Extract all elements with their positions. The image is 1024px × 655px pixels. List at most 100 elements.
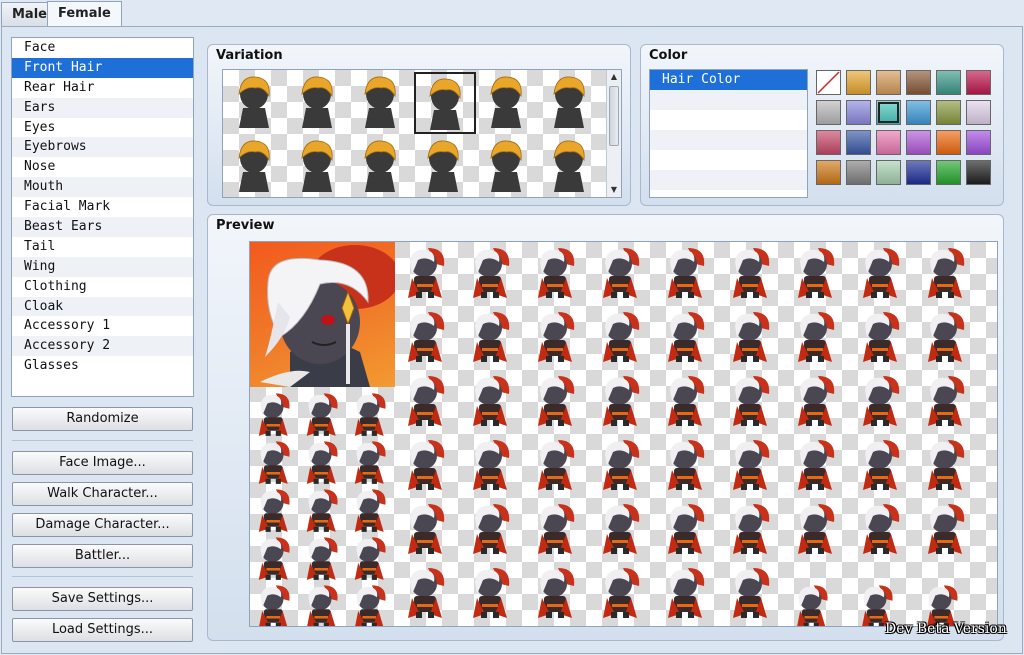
- character-sprite: [595, 500, 645, 558]
- character-sprite: [660, 244, 710, 302]
- parts-list-item[interactable]: Glasses: [12, 356, 193, 376]
- color-swatch[interactable]: [876, 160, 901, 185]
- character-sprite: [530, 500, 580, 558]
- character-sprite: [348, 582, 398, 626]
- parts-list-item[interactable]: Clothing: [12, 277, 193, 297]
- color-swatch[interactable]: [876, 130, 901, 155]
- parts-list-item[interactable]: Beast Ears: [12, 217, 193, 237]
- color-swatch[interactable]: [906, 70, 931, 95]
- character-sprite: [855, 436, 905, 494]
- color-swatch[interactable]: [936, 160, 961, 185]
- variation-option[interactable]: [477, 136, 539, 197]
- variation-option[interactable]: [351, 72, 413, 134]
- color-swatch[interactable]: [876, 70, 901, 95]
- parts-list-item[interactable]: Eyebrows: [12, 137, 193, 158]
- color-swatch[interactable]: [966, 70, 991, 95]
- color-swatch[interactable]: [906, 160, 931, 185]
- parts-list-item[interactable]: Face: [12, 38, 193, 58]
- parts-list[interactable]: Face Front Hair Rear Hair Ears Eyes Eyebrows N…: [11, 37, 194, 397]
- color-swatch[interactable]: [816, 130, 841, 155]
- parts-list-item[interactable]: Eyes: [12, 118, 193, 138]
- character-sprite: [790, 308, 840, 366]
- character-sprite: [465, 500, 515, 558]
- character-sprite: [660, 500, 710, 558]
- character-sprite: [920, 500, 970, 558]
- save-settings-button[interactable]: Save Settings...: [12, 587, 193, 611]
- character-sprite: [660, 308, 710, 366]
- variation-option[interactable]: [540, 72, 602, 134]
- color-swatch[interactable]: [936, 130, 961, 155]
- scroll-thumb[interactable]: [609, 86, 619, 146]
- variation-option[interactable]: [288, 136, 350, 197]
- face-image-button[interactable]: Face Image...: [12, 451, 193, 475]
- separator: [12, 576, 193, 577]
- walk-character-button[interactable]: Walk Character...: [12, 482, 193, 506]
- variation-option[interactable]: [414, 72, 476, 134]
- color-list-item: [650, 130, 807, 150]
- color-swatch[interactable]: [846, 160, 871, 185]
- variation-option[interactable]: [540, 136, 602, 197]
- variation-option[interactable]: [477, 72, 539, 134]
- preview-title: Preview: [216, 218, 275, 233]
- character-sprite: [400, 436, 450, 494]
- parts-list-item[interactable]: Nose: [12, 157, 193, 177]
- variation-option[interactable]: [414, 136, 476, 197]
- damage-character-button[interactable]: Damage Character...: [12, 513, 193, 537]
- parts-list-item[interactable]: Accessory 2: [12, 336, 193, 357]
- color-swatch[interactable]: [846, 70, 871, 95]
- color-swatch[interactable]: [936, 100, 961, 125]
- color-swatch[interactable]: [846, 100, 871, 125]
- character-sprite: [530, 244, 580, 302]
- scroll-up-icon[interactable]: ▲: [607, 70, 621, 84]
- character-sprite: [855, 244, 905, 302]
- character-sprite: [790, 372, 840, 430]
- gender-tabbar: Male Female: [0, 0, 1024, 28]
- color-list-item[interactable]: Hair Color: [650, 70, 807, 90]
- load-settings-button[interactable]: Load Settings...: [12, 618, 193, 642]
- character-sprite: [465, 244, 515, 302]
- face-portrait: [250, 242, 395, 387]
- parts-list-item[interactable]: Facial Mark: [12, 197, 193, 217]
- no-color-swatch[interactable]: [816, 70, 841, 95]
- color-swatch[interactable]: [876, 100, 901, 125]
- color-swatch[interactable]: [906, 130, 931, 155]
- variation-option[interactable]: [225, 72, 287, 134]
- character-sprite: [252, 582, 302, 626]
- parts-list-item[interactable]: Mouth: [12, 177, 193, 198]
- battler-button[interactable]: Battler...: [12, 544, 193, 568]
- parts-list-item[interactable]: Tail: [12, 237, 193, 257]
- color-swatch[interactable]: [966, 130, 991, 155]
- character-sprite: [595, 308, 645, 366]
- character-sprite: [465, 308, 515, 366]
- parts-list-item[interactable]: Wing: [12, 256, 193, 277]
- character-sprite: [595, 372, 645, 430]
- character-sprite: [920, 372, 970, 430]
- character-sprite: [530, 436, 580, 494]
- variation-grid[interactable]: ▲ ▼: [222, 69, 622, 198]
- randomize-button[interactable]: Randomize: [12, 407, 193, 431]
- parts-list-item[interactable]: Cloak: [12, 296, 193, 317]
- color-swatch[interactable]: [816, 160, 841, 185]
- character-sprite: [595, 564, 645, 622]
- color-target-list[interactable]: Hair Color: [649, 69, 808, 198]
- character-sprite: [660, 436, 710, 494]
- character-sprite: [855, 308, 905, 366]
- color-swatch[interactable]: [966, 100, 991, 125]
- parts-list-item[interactable]: Accessory 1: [12, 316, 193, 336]
- variation-scrollbar[interactable]: ▲ ▼: [606, 70, 621, 197]
- color-swatch[interactable]: [846, 130, 871, 155]
- variation-option[interactable]: [288, 72, 350, 134]
- tab-female[interactable]: Female: [47, 1, 122, 28]
- color-swatch[interactable]: [906, 100, 931, 125]
- variation-option[interactable]: [225, 136, 287, 197]
- variation-option[interactable]: [351, 136, 413, 197]
- parts-list-item[interactable]: Front Hair: [12, 57, 193, 78]
- color-swatch[interactable]: [936, 70, 961, 95]
- scroll-down-icon[interactable]: ▼: [607, 183, 621, 197]
- color-swatch[interactable]: [966, 160, 991, 185]
- parts-list-item[interactable]: Ears: [12, 97, 193, 118]
- character-sprite: [465, 436, 515, 494]
- parts-list-item[interactable]: Rear Hair: [12, 78, 193, 98]
- color-title: Color: [649, 48, 688, 63]
- color-swatch[interactable]: [816, 100, 841, 125]
